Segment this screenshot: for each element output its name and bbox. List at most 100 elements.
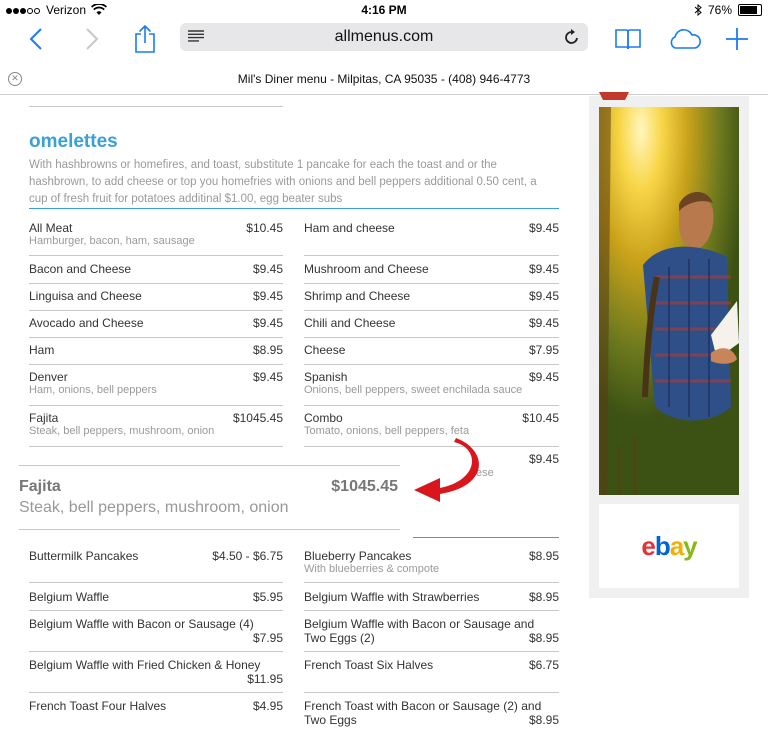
item-name: Belgium Waffle with Bacon or Sausage (4) (29, 617, 254, 631)
menu-item[interactable]: French Toast Six Halves $6.75 (304, 658, 559, 674)
divider (304, 582, 559, 583)
item-description: Hamburger, bacon, ham, sausage (29, 235, 195, 247)
menu-item[interactable]: Blueberry Pancakes $8.95 With blueberrie… (304, 549, 559, 579)
ad-photo-hiker[interactable] (599, 107, 739, 495)
divider (304, 337, 559, 338)
item-description: Onions, bell peppers, sweet enchilada sa… (304, 384, 523, 396)
item-description: Steak, bell peppers, mushroom, onion (29, 425, 215, 437)
section-divider (29, 208, 559, 209)
item-name: Spanish (304, 370, 348, 384)
menu-item[interactable]: Shrimp and Cheese $9.45 (304, 289, 559, 305)
menu-item[interactable]: Buttermilk Pancakes $4.50 - $6.75 (29, 549, 283, 565)
divider (29, 446, 283, 447)
menu-item[interactable]: Mushroom and Cheese $9.45 (304, 262, 559, 278)
item-price: $4.50 - $6.75 (212, 549, 283, 563)
item-price: $1045.45 (331, 478, 398, 495)
menu-item[interactable]: Avocado and Cheese $9.45 (29, 316, 283, 332)
forward-button[interactable] (80, 20, 104, 58)
item-price: $7.95 (528, 343, 559, 357)
divider (304, 310, 559, 311)
divider (29, 337, 283, 338)
menu-item[interactable]: Belgium Waffle with Fried Chicken & Hone… (29, 658, 283, 688)
divider (29, 255, 283, 256)
divider (29, 364, 283, 365)
address-bar[interactable]: allmenus.com (180, 23, 588, 51)
menu-item[interactable]: French Toast Four Halves $4.95 (29, 699, 283, 715)
logo-letter: b (654, 530, 671, 561)
item-price: $6.75 (528, 658, 559, 672)
page-title[interactable]: Mil's Diner menu - Milpitas, CA 95035 - … (0, 72, 768, 86)
menu-item[interactable]: Ham and cheese $9.45 (304, 221, 559, 237)
item-name: Linguisa and Cheese (29, 289, 142, 303)
menu-item[interactable]: Chili and Cheese $9.45 (304, 316, 559, 332)
divider (304, 692, 559, 693)
item-name: Shrimp and Cheese (304, 289, 411, 303)
menu-item[interactable]: French Toast with Bacon or Sausage (2) a… (304, 699, 559, 729)
menu-item[interactable]: Spanish $9.45 Onions, bell peppers, swee… (304, 370, 559, 400)
item-price: $9.45 (252, 262, 283, 276)
menu-item[interactable]: Belgium Waffle with Strawberries $8.95 (304, 590, 559, 606)
logo-letter: y (683, 530, 698, 561)
menu-item[interactable]: All Meat $10.45 Hamburger, bacon, ham, s… (29, 221, 283, 251)
item-price: $9.45 (528, 289, 559, 303)
cloud-icon (670, 29, 701, 49)
menu-item[interactable]: Denver $9.45 Ham, onions, bell peppers (29, 370, 283, 400)
item-price: $9.45 (528, 316, 559, 330)
section-divider (413, 537, 559, 538)
item-name: Chili and Cheese (304, 316, 396, 330)
icloud-tabs-button[interactable] (666, 20, 704, 58)
divider (304, 405, 559, 406)
divider (29, 405, 283, 406)
divider (304, 283, 559, 284)
item-price: $8.95 (252, 343, 283, 357)
zoomed-menu-item: Fajita $1045.45 Steak, bell peppers, mus… (19, 465, 400, 530)
menu-item[interactable]: Bacon and Cheese $9.45 (29, 262, 283, 278)
bluetooth-icon (694, 4, 702, 16)
item-price: $9.45 (528, 221, 559, 235)
item-name: Fajita (19, 478, 61, 495)
item-description: Ham, onions, bell peppers (29, 384, 157, 396)
url-text[interactable]: allmenus.com (335, 28, 434, 46)
clock: 4:16 PM (361, 3, 407, 17)
share-icon (135, 24, 155, 53)
item-price: $8.95 (528, 549, 559, 563)
ebay-logo[interactable]: ebay (599, 504, 739, 588)
menu-item[interactable]: Linguisa and Cheese $9.45 (29, 289, 283, 305)
menu-item[interactable]: Ham $8.95 (29, 343, 283, 359)
item-price: $5.95 (252, 590, 283, 604)
reader-icon[interactable] (188, 30, 204, 42)
divider (29, 283, 283, 284)
item-price: $9.45 (252, 316, 283, 330)
item-name: Combo (304, 411, 343, 425)
item-name: Denver (29, 370, 68, 384)
bookmarks-button[interactable] (613, 20, 643, 58)
item-price: $9.45 (252, 289, 283, 303)
share-button[interactable] (131, 20, 159, 58)
menu-item[interactable]: Belgium Waffle $5.95 (29, 590, 283, 606)
item-description: With blueberries & compote (304, 563, 440, 575)
item-price: $8.95 (528, 713, 559, 727)
item-name: Fajita (29, 411, 59, 425)
item-name: Belgium Waffle with Fried Chicken & Hone… (29, 658, 261, 672)
new-tab-button[interactable] (725, 20, 749, 58)
back-button[interactable] (24, 20, 48, 58)
section-heading: omelettes (29, 131, 118, 152)
item-name: Avocado and Cheese (29, 316, 144, 330)
item-name: Cheese (304, 343, 346, 357)
book-icon (615, 29, 641, 50)
item-name: French Toast Four Halves (29, 699, 167, 713)
divider (304, 255, 559, 256)
divider (29, 651, 283, 652)
item-price: $9.45 (528, 452, 559, 466)
item-name: Bacon and Cheese (29, 262, 132, 276)
item-name: French Toast with Bacon or Sausage (2) a… (304, 699, 542, 727)
item-name: Ham (29, 343, 55, 357)
reload-icon[interactable] (564, 28, 580, 46)
menu-item[interactable]: Belgium Waffle with Bacon or Sausage and… (304, 617, 559, 647)
menu-item[interactable]: Fajita $1045.45 Steak, bell peppers, mus… (29, 411, 283, 441)
status-bar: Verizon 4:16 PM 76% (0, 0, 768, 20)
menu-item[interactable]: Belgium Waffle with Bacon or Sausage (4)… (29, 617, 283, 647)
menu-item[interactable]: Cheese $7.95 (304, 343, 559, 359)
logo-letter: a (669, 530, 685, 561)
item-name: Belgium Waffle with Strawberries (304, 590, 480, 604)
